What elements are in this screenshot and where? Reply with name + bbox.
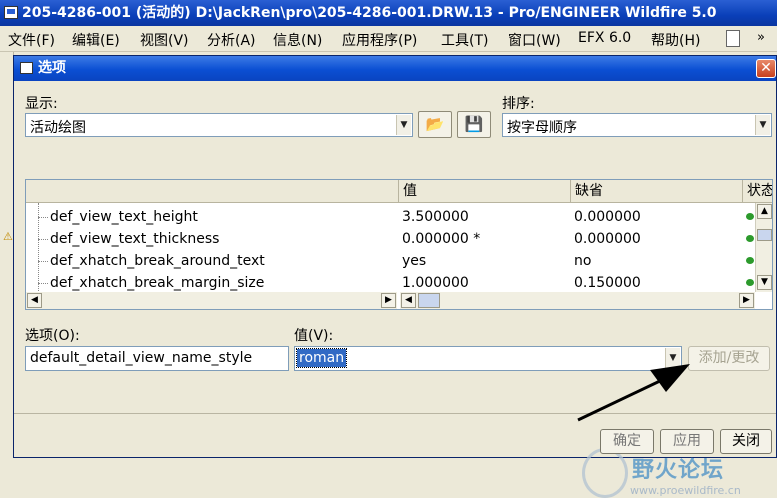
watermark-url: www.proewildfire.cn xyxy=(630,484,741,497)
annotation-arrow-icon xyxy=(577,364,690,422)
